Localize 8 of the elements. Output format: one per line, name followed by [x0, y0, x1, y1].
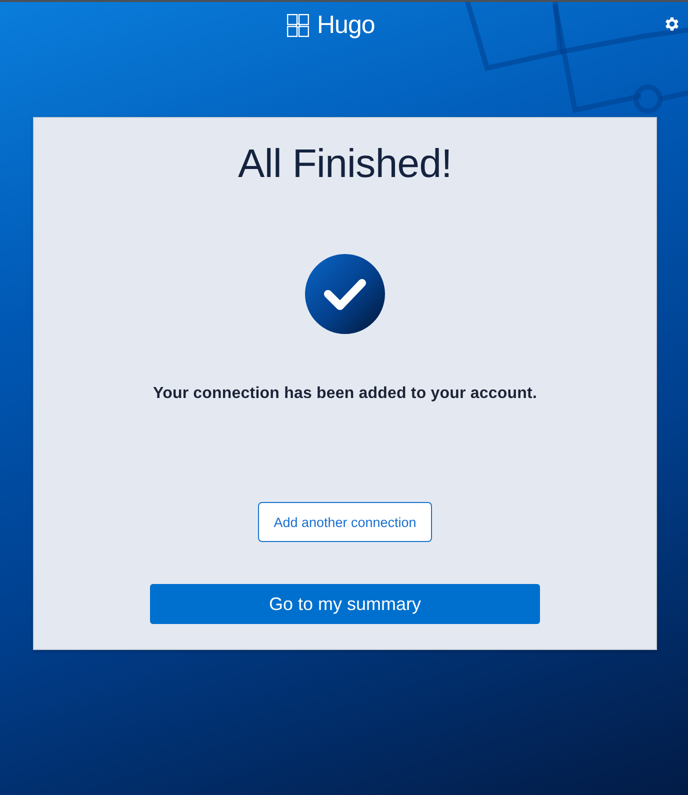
add-connection-button[interactable]: Add another connection: [258, 502, 432, 542]
logo-text: Hugo: [317, 10, 375, 40]
grid-logo-icon: [287, 14, 309, 36]
check-circle-icon: [305, 254, 385, 334]
summary-button[interactable]: Go to my summary: [150, 584, 540, 624]
page-title: All Finished!: [238, 141, 452, 188]
settings-icon[interactable]: [663, 15, 681, 33]
confirmation-message: Your connection has been added to your account.: [152, 384, 537, 404]
